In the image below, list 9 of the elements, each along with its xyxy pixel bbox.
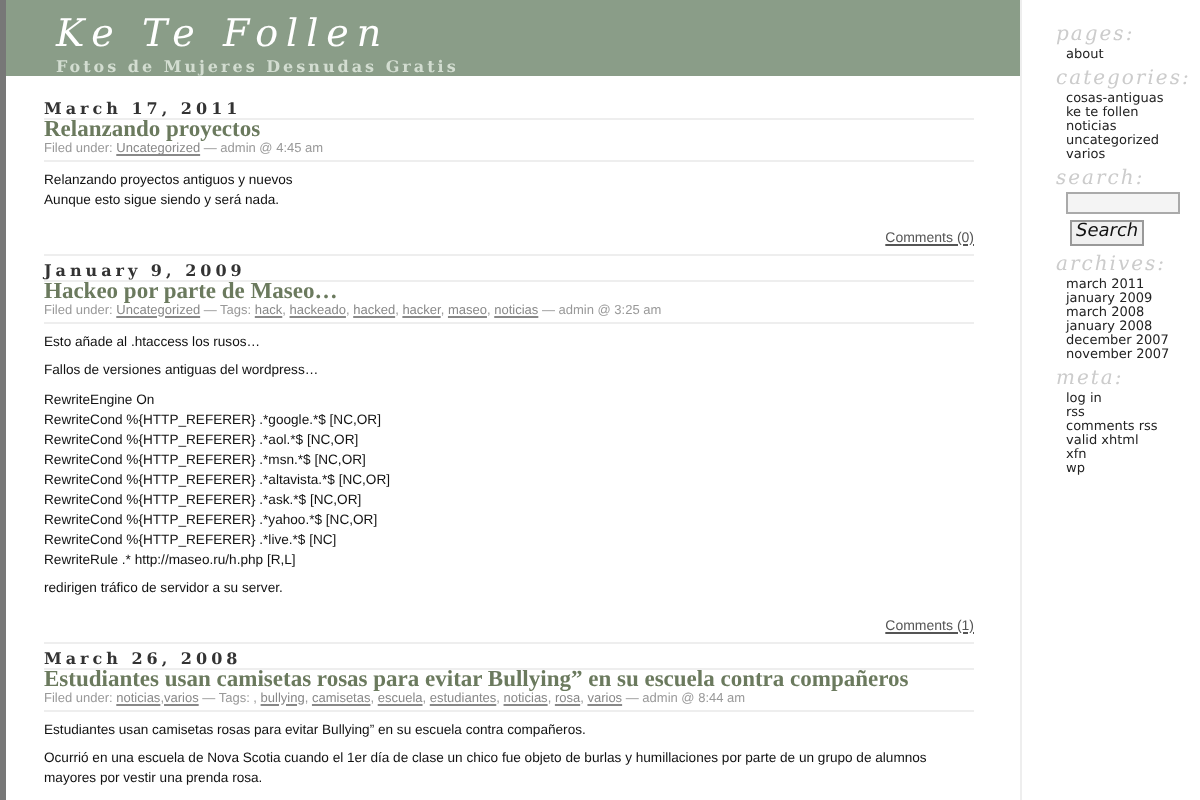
post-title[interactable]: Hackeo por parte de Maseo…: [44, 281, 974, 303]
post-title[interactable]: Relanzando proyectos: [44, 120, 974, 142]
post-date: January 9, 2009: [44, 259, 974, 281]
site-tagline: Fotos de Mujeres Desnudas Gratis: [56, 56, 461, 76]
search-button[interactable]: Search: [1070, 220, 1145, 246]
post-date: March 17, 2011: [44, 98, 974, 120]
search-field[interactable]: [1066, 192, 1180, 214]
post-date: March 26, 2008: [44, 647, 974, 669]
post-title[interactable]: Estudiantes usan camisetas rosas para evitar Bullying” en su escuela contra compañeros: [44, 669, 974, 691]
